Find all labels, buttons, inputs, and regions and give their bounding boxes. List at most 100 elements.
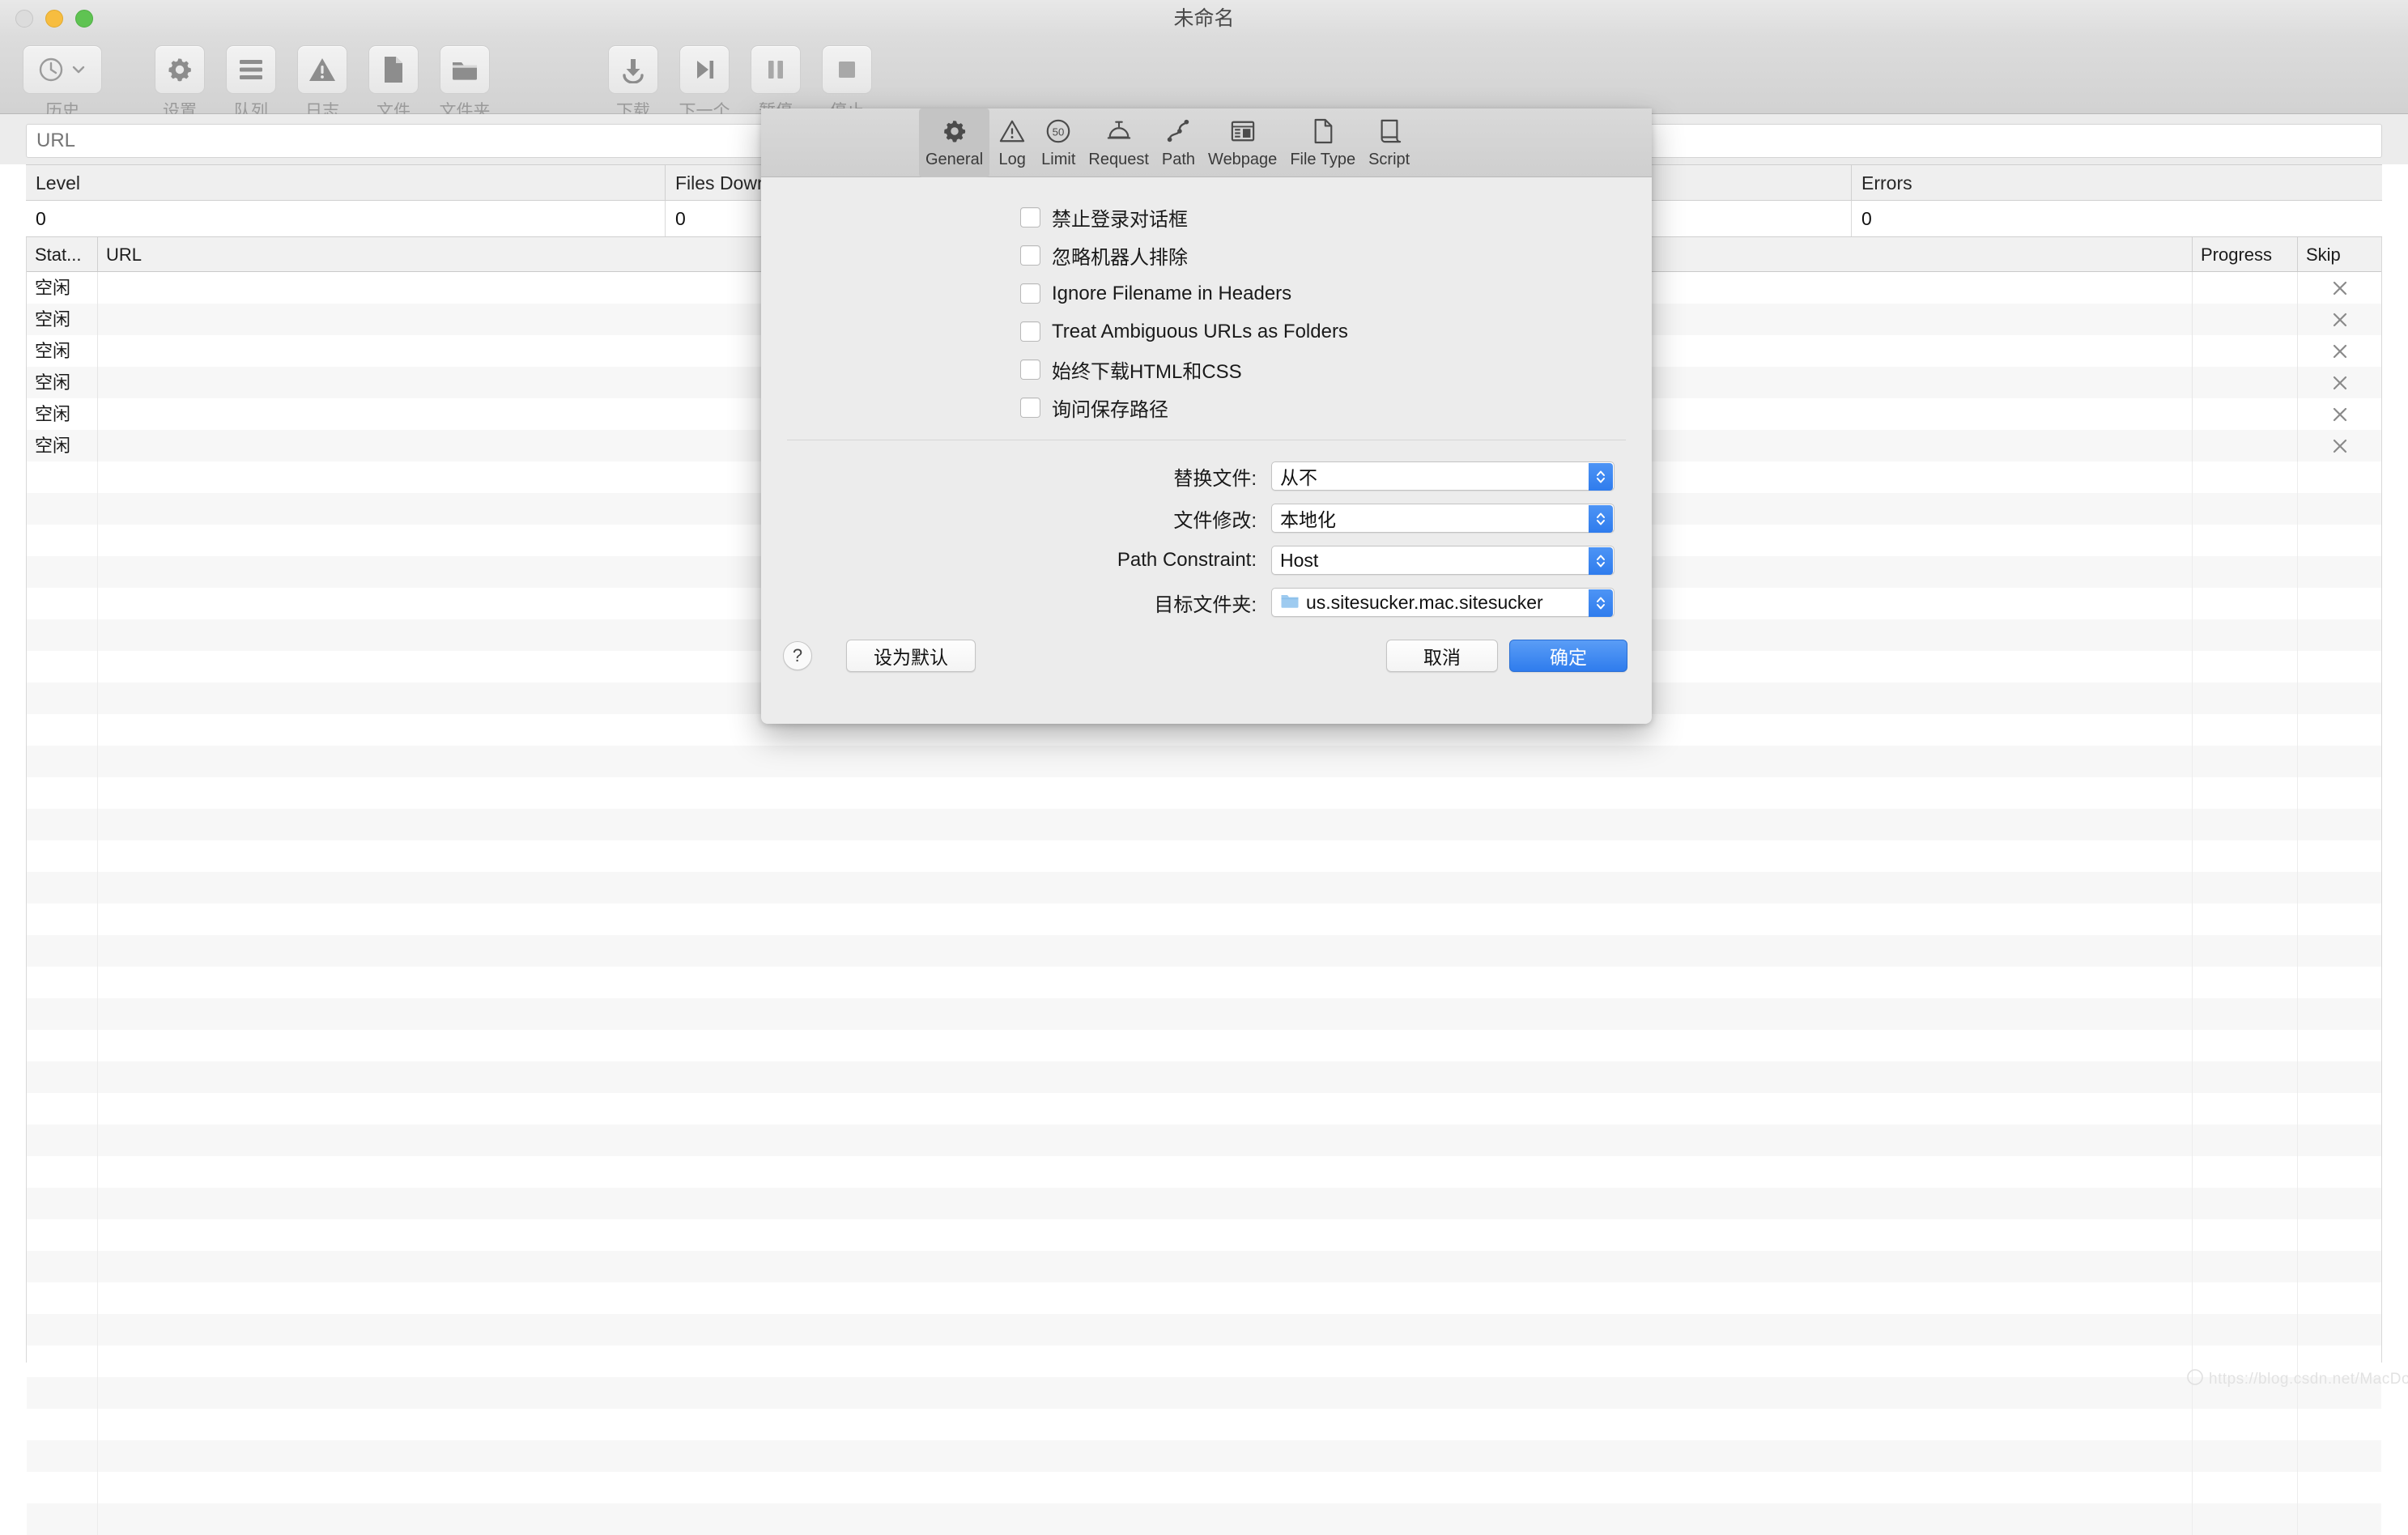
gear-icon (165, 55, 194, 84)
toolbar-group-main: 设置 队列 (144, 45, 500, 122)
tab-log[interactable]: Log (989, 108, 1035, 171)
folder-button[interactable] (440, 45, 490, 94)
pause-button[interactable] (751, 45, 801, 94)
select-file-modify[interactable]: 本地化 (1271, 504, 1615, 533)
select-dest-folder[interactable]: us.sitesucker.mac.sitesucker (1271, 588, 1615, 617)
general-field-list: 替换文件: 从不 文件修改: 本地化 (761, 440, 1652, 623)
field-row-path-constraint: Path Constraint: Host (761, 539, 1652, 581)
watermark: https://blog.csdn.net/MacDown:88711 (2186, 1368, 2408, 1391)
empty-row (27, 872, 2381, 904)
empty-row (27, 935, 2381, 967)
checkbox-always-download-html-css[interactable] (1020, 359, 1040, 380)
chevron-updown-icon[interactable] (1589, 505, 1613, 533)
tab-webpage[interactable]: Webpage (1202, 108, 1283, 171)
checkbox-label-always-download-html-css: 始终下载HTML和CSS (1052, 355, 1242, 384)
tab-path[interactable]: Path (1155, 108, 1202, 171)
tab-script[interactable]: Script (1362, 108, 1416, 171)
empty-row (27, 746, 2381, 777)
close-icon (2330, 342, 2350, 361)
summary-header-level[interactable]: Level (26, 165, 666, 200)
help-button[interactable]: ? (783, 641, 812, 670)
toolbar-item-queue[interactable]: 队列 (215, 45, 287, 122)
row-skip-button[interactable] (2298, 398, 2381, 430)
row-skip-button[interactable] (2298, 304, 2381, 335)
field-label-path-constraint: Path Constraint: (761, 549, 1271, 572)
empty-row (27, 1346, 2381, 1377)
chevron-updown-icon[interactable] (1589, 589, 1613, 617)
clock-icon (37, 56, 65, 83)
general-checkbox-list: 禁止登录对话框 忽略机器人排除 Ignore Filename in Heade… (761, 177, 1652, 427)
tab-label-general: General (925, 151, 983, 169)
tab-label-log: Log (998, 151, 1025, 169)
checkbox-row-ignore-robot-exclusion[interactable]: 忽略机器人排除 (1020, 236, 1652, 274)
checkbox-ambiguous-urls-folders[interactable] (1020, 321, 1040, 342)
field-label-replace-files: 替换文件: (761, 462, 1271, 491)
tab-label-request: Request (1088, 151, 1149, 169)
tab-file-type[interactable]: File Type (1283, 108, 1362, 171)
ok-button[interactable]: 确定 (1509, 640, 1627, 672)
tab-request[interactable]: Request (1082, 108, 1155, 171)
window-title: 未命名 (0, 0, 2408, 37)
toolbar-item-log[interactable]: 日志 (287, 45, 358, 122)
row-status: 空闲 (27, 430, 98, 461)
download-button[interactable] (608, 45, 658, 94)
tab-general[interactable]: General (919, 108, 989, 177)
row-progress (2193, 304, 2298, 335)
row-skip-button[interactable] (2298, 367, 2381, 398)
checkbox-row-always-download-html-css[interactable]: 始终下载HTML和CSS (1020, 351, 1652, 389)
toolbar-item-download[interactable]: 下载 (598, 45, 669, 122)
toolbar-item-files[interactable]: 文件 (358, 45, 429, 122)
checkbox-label-ambiguous-urls-folders: Treat Ambiguous URLs as Folders (1052, 321, 1348, 343)
chevron-updown-icon[interactable] (1589, 463, 1613, 491)
chevron-down-icon (70, 61, 87, 79)
select-value-dest-folder: us.sitesucker.mac.sitesucker (1306, 592, 1543, 614)
settings-button[interactable] (155, 45, 205, 94)
document-icon (381, 55, 406, 84)
row-skip-button[interactable] (2298, 335, 2381, 367)
toolbar-item-folder[interactable]: 文件夹 (429, 45, 500, 122)
select-replace-files[interactable]: 从不 (1271, 461, 1615, 491)
checkbox-row-ignore-filename-headers[interactable]: Ignore Filename in Headers (1020, 274, 1652, 313)
stop-button[interactable] (822, 45, 872, 94)
empty-row (27, 1503, 2381, 1535)
log-button[interactable] (297, 45, 347, 94)
download-header-status[interactable]: Stat... (27, 237, 98, 271)
row-skip-button[interactable] (2298, 430, 2381, 461)
checkbox-row-ambiguous-urls-folders[interactable]: Treat Ambiguous URLs as Folders (1020, 313, 1652, 351)
checkbox-ask-save-path[interactable] (1020, 398, 1040, 418)
download-header-skip[interactable]: Skip (2298, 237, 2381, 271)
checkbox-suppress-login-dialog[interactable] (1020, 207, 1040, 227)
empty-row (27, 1156, 2381, 1188)
empty-row (27, 967, 2381, 998)
set-default-button[interactable]: 设为默认 (846, 640, 976, 672)
summary-header-errors[interactable]: Errors (1852, 165, 2382, 200)
chevron-updown-icon[interactable] (1589, 547, 1613, 575)
row-progress (2193, 272, 2298, 304)
field-label-dest-folder: 目标文件夹: (761, 589, 1271, 617)
empty-row (27, 1188, 2381, 1219)
download-header-progress[interactable]: Progress (2193, 237, 2298, 271)
row-skip-button[interactable] (2298, 272, 2381, 304)
watermark-text: https://blog.csdn.net/MacDown:88711 (2209, 1371, 2408, 1388)
checkbox-row-suppress-login-dialog[interactable]: 禁止登录对话框 (1020, 198, 1652, 236)
checkbox-ignore-filename-headers[interactable] (1020, 283, 1040, 304)
cancel-button[interactable]: 取消 (1386, 640, 1498, 672)
toolbar-item-history[interactable]: 历史 (10, 45, 115, 122)
row-progress (2193, 398, 2298, 430)
svg-text:50: 50 (1053, 126, 1065, 138)
checkbox-row-ask-save-path[interactable]: 询问保存路径 (1020, 389, 1652, 427)
server-bell-icon (1105, 113, 1133, 149)
history-button[interactable] (23, 45, 102, 94)
field-row-file-modify: 文件修改: 本地化 (761, 497, 1652, 539)
files-button[interactable] (368, 45, 419, 94)
queue-button[interactable] (226, 45, 276, 94)
select-path-constraint[interactable]: Host (1271, 546, 1615, 575)
tab-limit[interactable]: 50 Limit (1035, 108, 1082, 171)
next-button[interactable] (679, 45, 730, 94)
toolbar-item-settings[interactable]: 设置 (144, 45, 215, 122)
empty-row (27, 777, 2381, 809)
checkbox-ignore-robot-exclusion[interactable] (1020, 245, 1040, 266)
toolbar-item-next[interactable]: 下一个 (669, 45, 740, 122)
select-value-path-constraint: Host (1280, 550, 1318, 572)
checkbox-label-ignore-filename-headers: Ignore Filename in Headers (1052, 283, 1291, 305)
